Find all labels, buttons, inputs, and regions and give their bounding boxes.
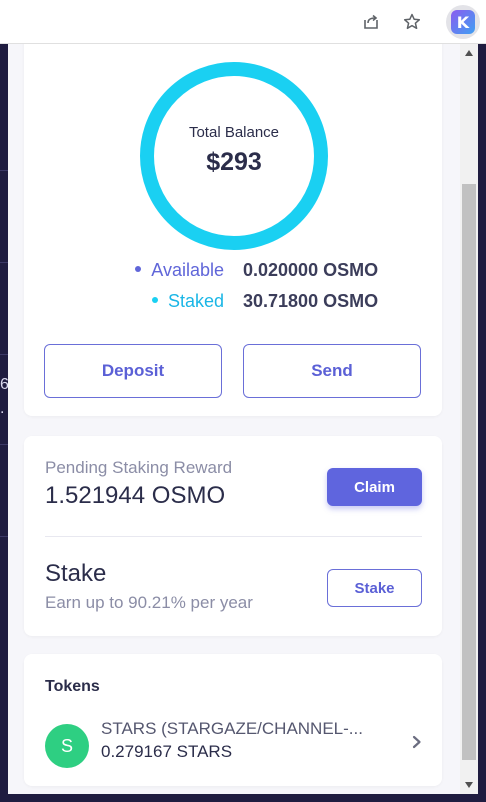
stake-title: Stake: [45, 560, 107, 587]
scroll-thumb[interactable]: [462, 184, 476, 760]
deposit-button[interactable]: Deposit: [44, 344, 222, 398]
wallet-popup: Total Balance $293 Available 0.020000 OS…: [8, 44, 478, 794]
staked-dot-icon: [151, 297, 158, 304]
token-name: STARS (STARGAZE/CHANNEL-...: [101, 719, 363, 738]
background-divider: [0, 444, 8, 445]
popup-scrollbar[interactable]: [460, 44, 478, 794]
background-divider: [0, 536, 8, 537]
claim-button[interactable]: Claim: [327, 468, 422, 506]
send-button[interactable]: Send: [243, 344, 421, 398]
background-text-fragment: .: [0, 400, 5, 417]
available-value: 0.020000 OSMO: [243, 260, 379, 280]
star-icon[interactable]: [399, 9, 425, 35]
chevron-right-icon[interactable]: [410, 734, 424, 750]
extension-icon: K: [451, 10, 475, 34]
background-divider: [0, 170, 8, 171]
scroll-down-icon[interactable]: [460, 776, 478, 794]
total-balance-label: Total Balance: [188, 124, 280, 141]
pending-reward-label: Pending Staking Reward: [45, 458, 233, 477]
pending-reward-value: 1.521944 OSMO: [45, 482, 226, 509]
token-amount: 0.279167 STARS: [101, 742, 233, 761]
scroll-up-icon[interactable]: [460, 44, 478, 62]
staked-row: Staked 30.71800 OSMO: [24, 291, 442, 315]
tokens-card: Tokens S STARS (STARGAZE/CHANNEL-... 0.2…: [24, 654, 442, 786]
staked-label: Staked: [151, 291, 224, 312]
token-avatar: S: [45, 724, 89, 768]
reward-card: Pending Staking Reward 1.521944 OSMO Cla…: [24, 436, 442, 636]
share-icon[interactable]: [358, 9, 384, 35]
available-label: Available: [135, 260, 224, 281]
divider: [45, 536, 422, 537]
background-divider: [0, 354, 8, 355]
stake-button[interactable]: Stake: [327, 569, 422, 607]
available-row: Available 0.020000 OSMO: [24, 260, 442, 284]
background-divider: [0, 262, 8, 263]
staked-value: 30.71800 OSMO: [243, 291, 379, 311]
tokens-title: Tokens: [45, 678, 100, 695]
extension-button[interactable]: K: [446, 5, 480, 39]
browser-toolbar: K: [0, 0, 486, 44]
stake-apr-text: Earn up to 90.21% per year: [45, 593, 253, 612]
available-dot-icon: [135, 266, 142, 273]
total-balance-value: $293: [206, 148, 262, 176]
balance-card: Total Balance $293 Available 0.020000 OS…: [24, 44, 442, 416]
